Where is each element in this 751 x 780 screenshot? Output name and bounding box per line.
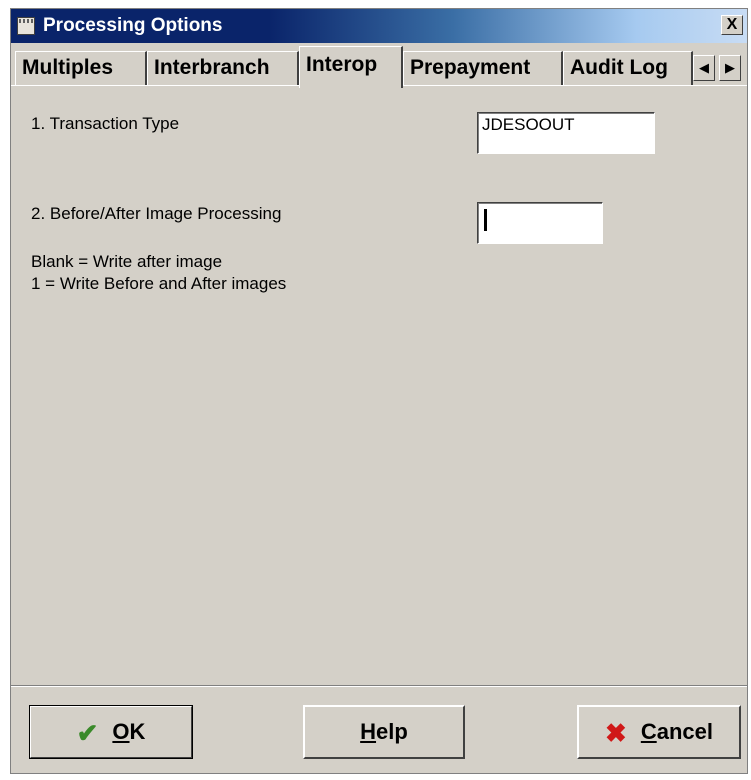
window-icon [17, 17, 35, 35]
tab-scroll-left-button[interactable]: ◀ [693, 55, 715, 81]
tab-interbranch[interactable]: Interbranch [147, 51, 299, 85]
window-title: Processing Options [43, 15, 223, 36]
transaction-type-field[interactable]: JDESOOUT [477, 112, 655, 154]
button-separator [11, 685, 747, 687]
help-button[interactable]: Help [303, 705, 465, 759]
help-label-rest: elp [376, 719, 408, 744]
before-after-image-label: 2. Before/After Image Processing [31, 204, 282, 223]
cancel-accel: C [640, 719, 657, 744]
cancel-button[interactable]: ✖ Cancel [577, 705, 741, 759]
processing-options-dialog: Processing Options X Multiples Interbran… [10, 8, 748, 774]
before-after-image-field[interactable] [477, 202, 603, 244]
tab-strip: Multiples Interbranch Interop Prepayment… [11, 45, 747, 88]
help-text-line-1: Blank = Write after image [31, 252, 223, 271]
ok-accel: O [112, 719, 130, 744]
cancel-label-rest: ancel [656, 719, 713, 744]
cancel-x-icon: ✖ [605, 718, 627, 749]
tab-scroll-right-button[interactable]: ▶ [719, 55, 741, 81]
title-bar[interactable]: Processing Options X [11, 9, 747, 43]
tab-interop[interactable]: Interop [299, 46, 403, 88]
close-button[interactable]: X [721, 15, 743, 35]
tab-multiples[interactable]: Multiples [15, 51, 147, 85]
help-text-line-2: 1 = Write Before and After images [31, 274, 287, 293]
check-icon: ✔ [76, 718, 99, 749]
ok-button[interactable]: ✔ OK [29, 705, 193, 759]
tab-audit-log[interactable]: Audit Log [563, 51, 693, 85]
ok-label-rest: K [129, 719, 146, 744]
interop-options-panel: 1. Transaction Type JDESOOUT 2. Before/A… [11, 85, 747, 686]
transaction-type-label: 1. Transaction Type [31, 114, 180, 133]
help-accel: H [360, 719, 377, 744]
text-cursor [484, 209, 487, 231]
tab-prepayment[interactable]: Prepayment [403, 51, 563, 85]
